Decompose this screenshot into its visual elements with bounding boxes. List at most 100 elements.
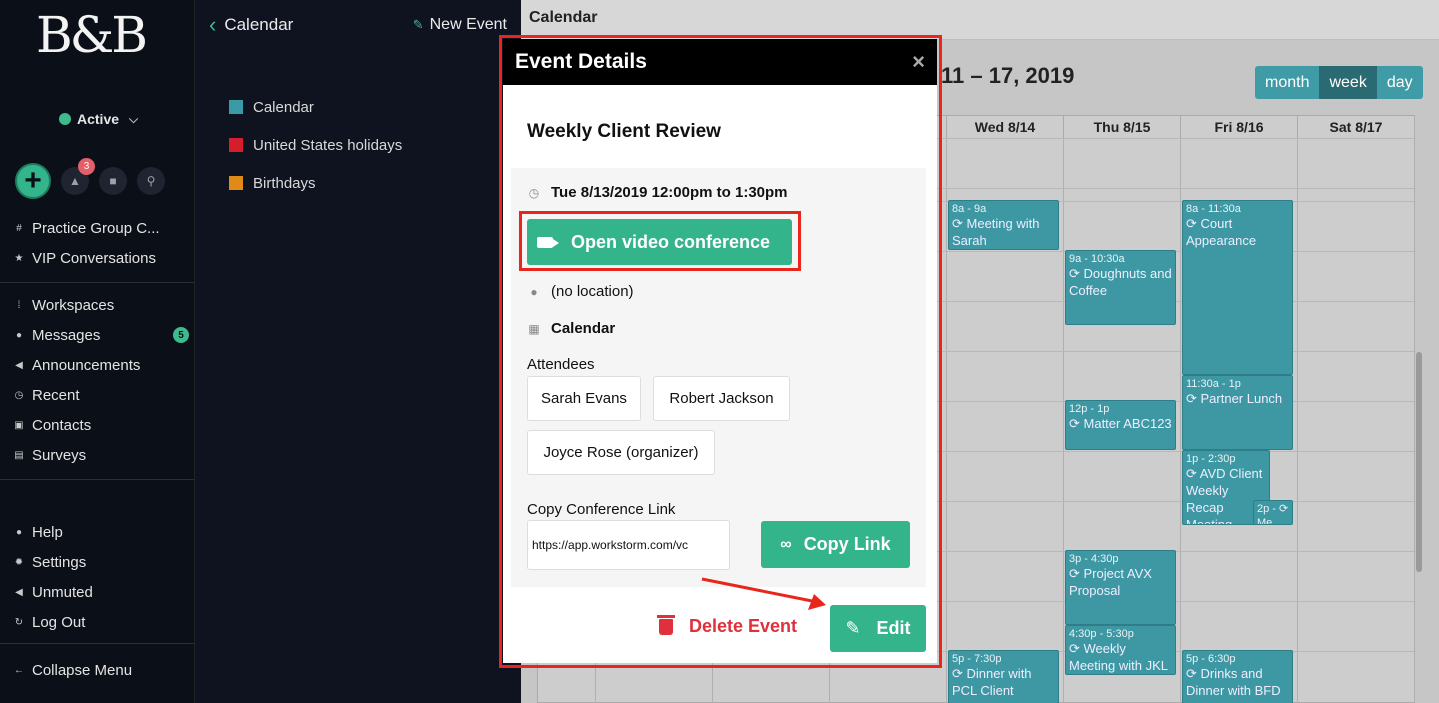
calendar-event[interactable]: 5p - 6:30p ⟳ Drinks and Dinner with BFD bbox=[1182, 650, 1293, 703]
event-title: ⟳ Drinks and Dinner with BFD bbox=[1186, 666, 1281, 699]
main-menu: ⁞ Workspaces ● Messages 5 ◀ Announcements ◷ R… bbox=[14, 290, 189, 470]
event-time: 3p - 4:30p bbox=[1069, 553, 1119, 565]
event-title: ⟳ Project AVX Proposal bbox=[1069, 566, 1152, 599]
view-month-button[interactable]: month bbox=[1255, 66, 1320, 99]
view-week-button[interactable]: week bbox=[1319, 66, 1377, 99]
nav-item-label: Surveys bbox=[32, 446, 87, 464]
annotation-arrow-icon bbox=[701, 577, 826, 610]
event-time: 1p - 2:30p bbox=[1186, 453, 1236, 465]
calendar-event[interactable]: 8a - 9a ⟳ Meeting with Sarah bbox=[948, 200, 1059, 250]
event-time: 9a - 10:30a bbox=[1069, 253, 1125, 265]
gear-icon: ✹ bbox=[14, 556, 24, 568]
copy-link-label: Copy Link bbox=[803, 534, 891, 554]
calendar-event[interactable]: 2p - ⟳ Me bbox=[1253, 500, 1293, 525]
nav-item-unmuted[interactable]: ◀ Unmuted bbox=[14, 577, 189, 607]
attendee-chip[interactable]: Robert Jackson bbox=[653, 376, 790, 421]
new-event-label: New Event bbox=[429, 16, 507, 33]
collapse-menu-button[interactable]: ← Collapse Menu bbox=[14, 655, 189, 685]
calendar-event[interactable]: 5p - 7:30p ⟳ Dinner with PCL Client bbox=[948, 650, 1059, 703]
help-icon: ● bbox=[15, 526, 23, 538]
attendee-chip[interactable]: Sarah Evans bbox=[527, 376, 641, 421]
calendar-item-label: Calendar bbox=[253, 98, 314, 116]
brand-logo[interactable]: B&B bbox=[36, 6, 148, 64]
nav-item-settings[interactable]: ✹ Settings bbox=[14, 547, 189, 577]
divider bbox=[0, 282, 194, 283]
nav-item-label: VIP Conversations bbox=[32, 249, 156, 267]
link-icon: ∞ bbox=[780, 535, 792, 553]
add-button[interactable]: + bbox=[15, 163, 51, 199]
attendee-chip[interactable]: Joyce Rose (organizer) bbox=[527, 430, 715, 475]
event-details-modal: Event Details × Weekly Client Review ◷ T… bbox=[503, 39, 937, 663]
nav-item-label: Announcements bbox=[32, 356, 141, 374]
calendar-item[interactable]: United States holidays bbox=[229, 126, 402, 164]
nav-item-vip-conversations[interactable]: ★ VIP Conversations bbox=[14, 243, 189, 273]
calendar-item[interactable]: Calendar bbox=[229, 88, 402, 126]
view-day-button[interactable]: day bbox=[1376, 66, 1423, 99]
event-title: ⟳ Partner Lunch bbox=[1186, 391, 1283, 407]
video-button-label: Open video conference bbox=[571, 231, 771, 252]
nav-item-announcements[interactable]: ◀ Announcements bbox=[14, 350, 189, 380]
calendar-event[interactable]: 4:30p - 5:30p ⟳ Weekly Meeting with JKL bbox=[1065, 625, 1176, 675]
nav-item-label: Messages bbox=[32, 326, 101, 344]
conference-link-field[interactable] bbox=[527, 520, 730, 570]
nav-item-logout[interactable]: ↻ Log Out bbox=[14, 607, 189, 637]
chevron-down-icon: ⌵ bbox=[129, 111, 139, 126]
status-selector[interactable]: Active ⌵ bbox=[59, 111, 138, 127]
nav-item-practice-group[interactable]: # Practice Group C... bbox=[14, 213, 189, 243]
nav-item-surveys[interactable]: ▤ Surveys bbox=[14, 440, 189, 470]
event-time: 4:30p - 5:30p bbox=[1069, 628, 1134, 640]
nav-item-label: Contacts bbox=[32, 416, 92, 434]
copy-link-button[interactable]: ∞ Copy Link bbox=[761, 521, 910, 568]
calendar-event[interactable]: 12p - 1p ⟳ Matter ABC123 bbox=[1065, 400, 1176, 450]
video-button[interactable]: ■ bbox=[99, 167, 127, 195]
close-icon[interactable]: × bbox=[912, 49, 925, 75]
calendar-item[interactable]: Birthdays bbox=[229, 164, 402, 202]
event-datetime: Tue 8/13/2019 12:00pm to 1:30pm bbox=[551, 184, 788, 201]
day-header[interactable]: Fri 8/16 bbox=[1180, 116, 1297, 138]
video-camera-icon: ■ bbox=[109, 174, 117, 188]
calendar-event[interactable]: 9a - 10:30a ⟳ Doughnuts and Coffee bbox=[1065, 250, 1176, 325]
edit-label: Edit bbox=[876, 618, 911, 638]
alerts-button[interactable]: ▲ 3 bbox=[61, 158, 95, 195]
open-video-conference-button[interactable]: Open video conference bbox=[527, 219, 792, 265]
calendar-event[interactable]: 8a - 11:30a ⟳ Court Appearance bbox=[1182, 200, 1293, 375]
contacts-icon: ▣ bbox=[14, 419, 24, 431]
nav-item-label: Help bbox=[32, 523, 63, 541]
calendar-event[interactable]: 3p - 4:30p ⟳ Project AVX Proposal bbox=[1065, 550, 1176, 625]
calendar-scrollbar[interactable] bbox=[1416, 352, 1422, 572]
nav-item-workspaces[interactable]: ⁞ Workspaces bbox=[14, 290, 189, 320]
video-camera-icon bbox=[537, 236, 559, 248]
day-header[interactable]: Thu 8/15 bbox=[1063, 116, 1180, 138]
location-pin-icon: ● bbox=[530, 284, 538, 299]
utility-menu: ● Help ✹ Settings ◀ Unmuted ↻ Log Out bbox=[14, 517, 189, 637]
event-title: ⟳ Doughnuts and Coffee bbox=[1069, 266, 1172, 299]
search-button[interactable]: ⚲ bbox=[137, 167, 165, 195]
nav-item-help[interactable]: ● Help bbox=[14, 517, 189, 547]
day-header[interactable]: Sat 8/17 bbox=[1297, 116, 1414, 138]
nav-item-label: Recent bbox=[32, 386, 80, 404]
divider bbox=[0, 479, 194, 480]
nav-item-contacts[interactable]: ▣ Contacts bbox=[14, 410, 189, 440]
delete-event-button[interactable]: Delete Event bbox=[657, 614, 797, 637]
calendar-event[interactable]: 11:30a - 1p ⟳ Partner Lunch bbox=[1182, 375, 1293, 450]
modal-header: Event Details × bbox=[503, 39, 937, 85]
megaphone-icon: ◀ bbox=[15, 359, 23, 371]
event-time: 5p - 7:30p bbox=[952, 653, 1002, 665]
edit-button[interactable]: ✎ Edit bbox=[830, 605, 926, 652]
status-dot-icon bbox=[59, 113, 71, 125]
clock-icon: ◷ bbox=[14, 389, 24, 401]
search-icon: ⚲ bbox=[146, 174, 156, 188]
calendar-sidebar-title: Calendar bbox=[224, 15, 294, 34]
calendar-item-label: Birthdays bbox=[253, 174, 316, 192]
clock-icon: ◷ bbox=[528, 185, 540, 200]
grid-line bbox=[1414, 116, 1415, 703]
nav-item-label: Unmuted bbox=[32, 583, 93, 601]
nav-item-messages[interactable]: ● Messages 5 bbox=[14, 320, 189, 350]
nav-item-recent[interactable]: ◷ Recent bbox=[14, 380, 189, 410]
back-chevron-icon[interactable]: ‹ bbox=[209, 14, 216, 36]
new-event-button[interactable]: ✎ New Event bbox=[413, 16, 507, 34]
day-header[interactable]: Wed 8/14 bbox=[946, 116, 1063, 138]
event-title: ⟳ Court Appearance bbox=[1186, 216, 1257, 249]
calendar-color-swatch bbox=[229, 176, 243, 190]
event-calendar-row: ▦ Calendar bbox=[527, 320, 615, 337]
